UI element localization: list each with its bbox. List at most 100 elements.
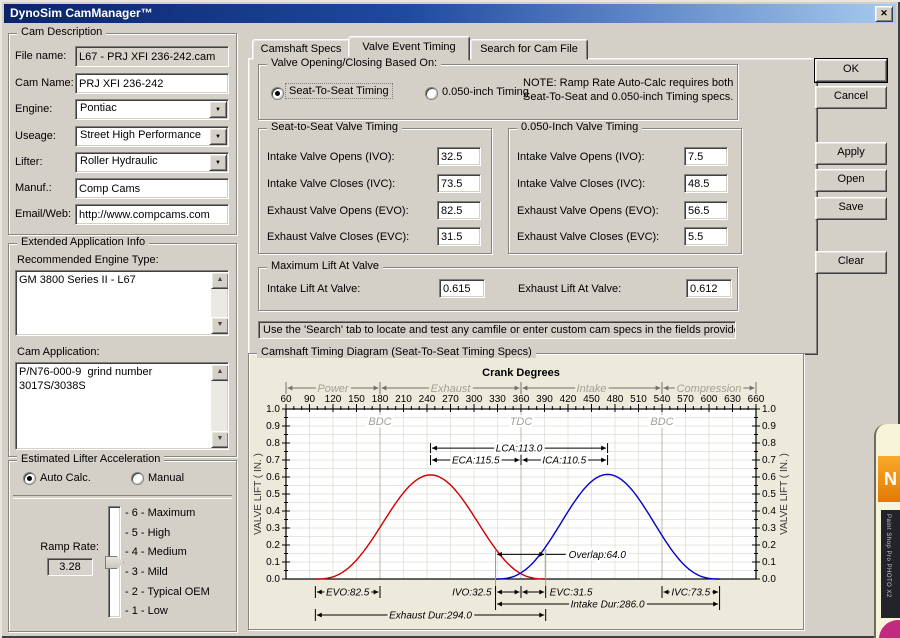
svg-text:Power: Power xyxy=(317,383,350,395)
scroll-up-button[interactable]: ▲ xyxy=(211,364,229,381)
svg-text:600: 600 xyxy=(701,394,718,405)
note-line1: NOTE: Ramp Rate Auto-Calc requires both xyxy=(523,77,733,89)
save-button-label: Save xyxy=(838,201,863,213)
svg-text:570: 570 xyxy=(677,394,694,405)
open-button[interactable]: Open xyxy=(815,169,887,192)
cam-name-field[interactable] xyxy=(75,73,229,94)
clear-button[interactable]: Clear xyxy=(815,251,887,274)
cam-description-legend: Cam Description xyxy=(17,26,106,38)
engine-type-scrollbar[interactable]: ▲ ▼ xyxy=(211,272,227,334)
ok-button[interactable]: OK xyxy=(815,59,887,82)
svg-text:Intake: Intake xyxy=(577,383,607,395)
useage-dropdown-button[interactable]: ▼ xyxy=(209,128,227,145)
close-button[interactable]: ✕ xyxy=(875,6,893,22)
timing-diagram-chart: 6090120150180210240270300330360390420450… xyxy=(249,354,803,629)
lifter-combo[interactable]: Roller Hydraulic ▼ xyxy=(75,152,229,173)
svg-text:IVC:73.5: IVC:73.5 xyxy=(671,588,710,599)
svg-text:LCA:113.0: LCA:113.0 xyxy=(496,444,543,455)
svg-text:Exhaust: Exhaust xyxy=(431,383,472,395)
note-line2: Seat-To-Seat and 0.050-inch Timing specs… xyxy=(523,91,733,103)
svg-text:0.6: 0.6 xyxy=(762,472,776,483)
auto-calc-radio[interactable] xyxy=(23,472,36,485)
overlay-brand-banner: N xyxy=(878,456,900,502)
seat-evc-input[interactable] xyxy=(437,227,481,246)
inch-ivo-input[interactable] xyxy=(684,147,728,166)
svg-text:120: 120 xyxy=(325,394,342,405)
inch-evo-label: Exhaust Valve Opens (EVO): xyxy=(517,205,659,217)
file-name-field[interactable] xyxy=(75,46,229,67)
cam-application-textarea[interactable]: P/N76-000-9 grind number 3017S/3038S ▲ ▼ xyxy=(15,362,229,450)
apply-button[interactable]: Apply xyxy=(815,142,887,165)
email-web-field[interactable] xyxy=(75,204,229,225)
svg-text:0.5: 0.5 xyxy=(762,489,776,500)
inch-timing-radio[interactable] xyxy=(425,87,438,100)
svg-text:510: 510 xyxy=(630,394,647,405)
svg-text:Compression: Compression xyxy=(677,383,742,395)
cam-application-label: Cam Application: xyxy=(17,346,100,358)
inch-evo-input[interactable] xyxy=(684,201,728,220)
extended-info-legend: Extended Application Info xyxy=(17,236,149,248)
seat-to-seat-label[interactable]: Seat-To-Seat Timing xyxy=(286,84,392,98)
manual-radio[interactable] xyxy=(131,472,144,485)
cam-application-text: P/N76-000-9 grind number 3017S/3038S xyxy=(19,365,210,393)
seat-ivc-input[interactable] xyxy=(437,174,481,193)
scroll-up-button[interactable]: ▲ xyxy=(211,272,229,289)
intake-lift-input[interactable] xyxy=(439,279,485,298)
tab-search-for-cam-file[interactable]: Search for Cam File xyxy=(470,39,588,60)
inch-ivc-input[interactable] xyxy=(684,174,728,193)
inch-timing-label: 0.050-inch Timing xyxy=(442,86,529,98)
engine-value: Pontiac xyxy=(80,102,117,114)
ramp-rate-label: Ramp Rate: xyxy=(37,541,99,553)
svg-text:540: 540 xyxy=(654,394,671,405)
inch-ivc-label: Intake Valve Closes (IVC): xyxy=(517,178,645,190)
svg-text:BDC: BDC xyxy=(368,416,391,428)
save-button[interactable]: Save xyxy=(815,197,887,220)
engine-type-textarea[interactable]: GM 3800 Series II - L67 ▲ ▼ xyxy=(15,270,229,336)
cam-application-scrollbar[interactable]: ▲ ▼ xyxy=(211,364,227,448)
cam-name-label: Cam Name: xyxy=(15,77,74,89)
svg-text:Crank Degrees: Crank Degrees xyxy=(482,367,560,379)
overlay-magenta-shape xyxy=(879,620,900,638)
svg-text:0.4: 0.4 xyxy=(762,506,776,517)
engine-combo[interactable]: Pontiac ▼ xyxy=(75,99,229,120)
exhaust-lift-label: Exhaust Lift At Valve: xyxy=(518,283,621,295)
svg-text:IVO:32.5: IVO:32.5 xyxy=(452,588,492,599)
svg-text:0.1: 0.1 xyxy=(762,557,776,568)
inch-evc-label: Exhaust Valve Closes (EVC): xyxy=(517,231,659,243)
seat-to-seat-radio[interactable] xyxy=(271,87,284,100)
lifter-dropdown-button[interactable]: ▼ xyxy=(209,154,227,171)
inch-evc-input[interactable] xyxy=(684,227,728,246)
scroll-down-button[interactable]: ▼ xyxy=(211,317,229,334)
scroll-down-icon: ▼ xyxy=(217,321,224,328)
intake-lift-label: Intake Lift At Valve: xyxy=(267,283,360,295)
slider-scale-4: - 4 - Medium xyxy=(125,546,187,558)
svg-text:0.0: 0.0 xyxy=(762,574,776,585)
dynosim-cammanager-dialog: DynoSim CamManager™ ✕ Cam Description Fi… xyxy=(0,0,900,638)
ramp-rate-slider-thumb[interactable] xyxy=(105,556,124,569)
cancel-button[interactable]: Cancel xyxy=(815,86,887,109)
hint-bar: Use the 'Search' tab to locate and test … xyxy=(258,321,736,339)
manuf-field[interactable] xyxy=(75,178,229,199)
seat-evo-label: Exhaust Valve Opens (EVO): xyxy=(267,205,409,217)
svg-text:180: 180 xyxy=(372,394,389,405)
svg-text:EVC:31.5: EVC:31.5 xyxy=(550,588,593,599)
useage-combo[interactable]: Street High Performance ▼ xyxy=(75,126,229,147)
timing-diagram-group: Camshaft Timing Diagram (Seat-To-Seat Ti… xyxy=(248,353,804,630)
svg-text:330: 330 xyxy=(489,394,506,405)
seat-evo-input[interactable] xyxy=(437,201,481,220)
exhaust-lift-input[interactable] xyxy=(686,279,732,298)
seat-ivo-input[interactable] xyxy=(437,147,481,166)
title-bar[interactable]: DynoSim CamManager™ ✕ xyxy=(4,4,896,23)
window-title: DynoSim CamManager™ xyxy=(10,6,153,20)
svg-text:0.5: 0.5 xyxy=(266,489,280,500)
valve-basis-legend: Valve Opening/Closing Based On: xyxy=(267,57,441,69)
svg-text:630: 630 xyxy=(724,394,741,405)
scroll-down-button[interactable]: ▼ xyxy=(211,431,229,448)
tab-label: Camshaft Specs xyxy=(261,43,342,55)
max-lift-legend: Maximum Lift At Valve xyxy=(267,260,383,272)
svg-text:0.8: 0.8 xyxy=(762,438,776,449)
svg-text:VALVE LIFT ( IN. ): VALVE LIFT ( IN. ) xyxy=(253,453,264,535)
seat-timing-group: Seat-to-Seat Valve Timing Intake Valve O… xyxy=(258,128,492,254)
engine-dropdown-button[interactable]: ▼ xyxy=(209,101,227,118)
slider-scale-6: - 6 - Maximum xyxy=(125,507,195,519)
